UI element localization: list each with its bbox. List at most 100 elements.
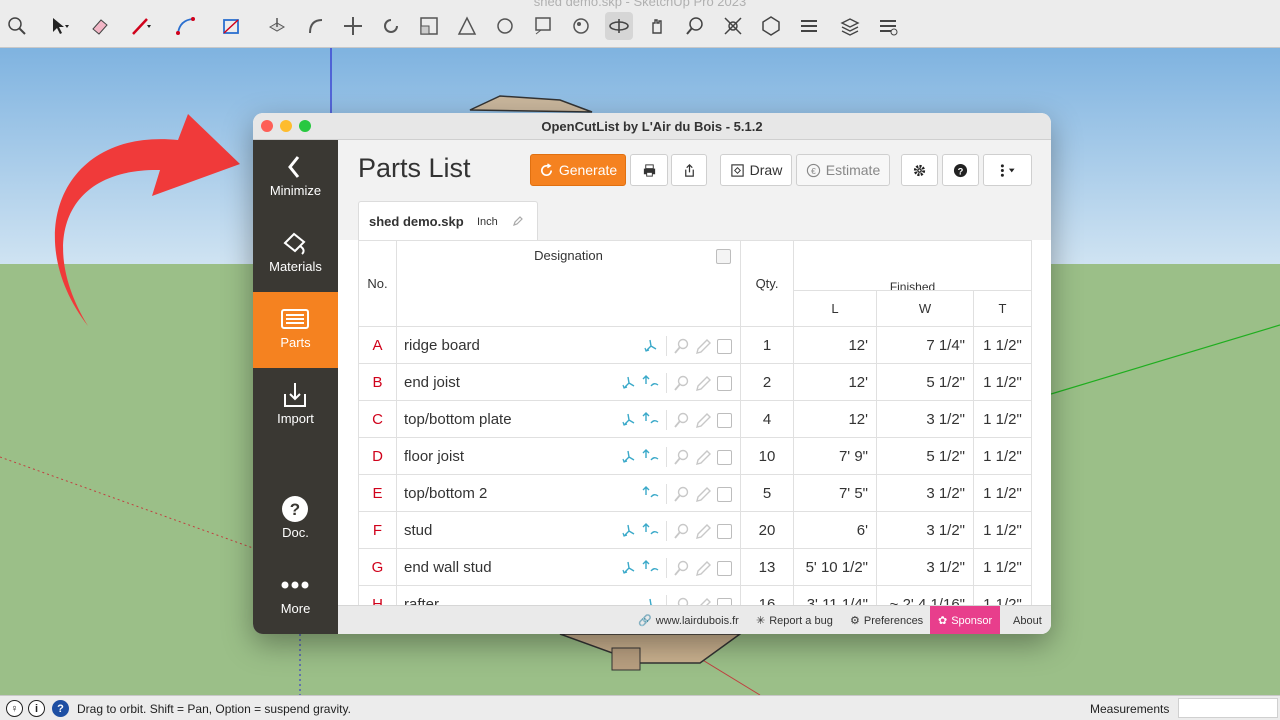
orbit-icon[interactable]: [605, 12, 633, 40]
axes-icon[interactable]: [620, 559, 638, 577]
sidebar-item-parts[interactable]: Parts: [253, 292, 338, 368]
table-row[interactable]: Aridge board 1 12' 7 1/4" 1 1/2": [358, 326, 1032, 364]
highlight-search-icon[interactable]: [673, 522, 691, 540]
edit-pencil-icon[interactable]: [695, 337, 713, 355]
estimate-button[interactable]: € Estimate: [796, 154, 890, 186]
part-checkbox[interactable]: [717, 597, 732, 605]
table-row[interactable]: Hrafter 16 3' 11 1/4" ~ 2' 4 1/16" 1 1/2": [358, 585, 1032, 605]
rectangle-icon[interactable]: [218, 12, 246, 40]
axes-icon[interactable]: [642, 337, 660, 355]
header-no[interactable]: No.: [358, 240, 397, 327]
edit-pencil-icon[interactable]: [695, 559, 713, 577]
header-designation[interactable]: Designation: [396, 240, 741, 327]
tape-measure-icon[interactable]: [453, 12, 481, 40]
part-checkbox[interactable]: [717, 412, 732, 428]
select-icon[interactable]: [45, 12, 73, 40]
select-all-checkbox[interactable]: [716, 249, 731, 264]
follow-me-icon[interactable]: [302, 12, 330, 40]
help-button[interactable]: ?: [942, 154, 979, 186]
highlight-search-icon[interactable]: [673, 596, 691, 605]
pencil-icon[interactable]: [512, 215, 524, 227]
export-button[interactable]: [671, 154, 707, 186]
sidebar-item-minimize[interactable]: Minimize: [253, 140, 338, 216]
edit-pencil-icon[interactable]: [695, 374, 713, 392]
table-row[interactable]: Ctop/bottom plate 4 12' 3 1/2" 1 1/2": [358, 400, 1032, 438]
file-tab[interactable]: shed demo.skp Inch: [358, 201, 538, 241]
push-pull-icon[interactable]: [263, 12, 291, 40]
zoom-extents-icon[interactable]: [719, 12, 747, 40]
layers-icon[interactable]: [795, 12, 823, 40]
grain-direction-icon[interactable]: [642, 448, 660, 466]
scenes-icon[interactable]: [874, 12, 902, 40]
rotate-icon[interactable]: [377, 12, 405, 40]
part-checkbox[interactable]: [717, 338, 732, 354]
generate-button[interactable]: Generate: [530, 154, 626, 186]
part-checkbox[interactable]: [717, 449, 732, 465]
table-row[interactable]: Etop/bottom 2 5 7' 5" 3 1/2" 1 1/2": [358, 474, 1032, 512]
pencil-icon[interactable]: [127, 12, 155, 40]
sidebar-item-materials[interactable]: Materials: [253, 216, 338, 292]
move-icon[interactable]: [339, 12, 367, 40]
highlight-search-icon[interactable]: [673, 448, 691, 466]
credits-icon[interactable]: i: [28, 700, 45, 717]
draw-button[interactable]: Draw: [720, 154, 792, 186]
arc-icon[interactable]: [172, 12, 200, 40]
settings-button[interactable]: [901, 154, 938, 186]
measurements-input[interactable]: [1178, 698, 1278, 718]
styles-icon[interactable]: [836, 12, 864, 40]
axes-icon[interactable]: [620, 522, 638, 540]
part-checkbox[interactable]: [717, 560, 732, 576]
grain-direction-icon[interactable]: [642, 374, 660, 392]
edit-pencil-icon[interactable]: [695, 485, 713, 503]
sidebar-item-import[interactable]: Import: [253, 368, 338, 444]
header-length[interactable]: L: [793, 290, 877, 327]
grain-direction-icon[interactable]: [642, 411, 660, 429]
part-checkbox[interactable]: [717, 375, 732, 391]
sidebar-item-more[interactable]: More: [253, 558, 338, 634]
paint-icon[interactable]: [491, 12, 519, 40]
geo-location-icon[interactable]: ♀: [6, 700, 23, 717]
components-icon[interactable]: [757, 12, 785, 40]
axes-icon[interactable]: [620, 374, 638, 392]
table-row[interactable]: Fstud 20 6' 3 1/2" 1 1/2": [358, 511, 1032, 549]
table-row[interactable]: Bend joist 2 12' 5 1/2" 1 1/2": [358, 363, 1032, 401]
print-button[interactable]: [630, 154, 668, 186]
highlight-search-icon[interactable]: [673, 485, 691, 503]
more-options-button[interactable]: [983, 154, 1032, 186]
header-qty[interactable]: Qty.: [740, 240, 794, 327]
zoom-icon[interactable]: [681, 12, 709, 40]
sidebar-item-doc[interactable]: ? Doc.: [253, 482, 338, 558]
parts-table-area[interactable]: No. Designation Qty. Finished L W T A ri…: [338, 240, 1051, 605]
edit-pencil-icon[interactable]: [695, 448, 713, 466]
pan-icon[interactable]: [643, 12, 671, 40]
about-link[interactable]: About: [1013, 606, 1042, 634]
section-icon[interactable]: [567, 12, 595, 40]
table-row[interactable]: Gend wall stud 13 5' 10 1/2" 3 1/2" 1 1/2": [358, 548, 1032, 586]
axes-icon[interactable]: [642, 596, 660, 605]
highlight-search-icon[interactable]: [673, 559, 691, 577]
grain-direction-icon[interactable]: [642, 522, 660, 540]
scale-icon[interactable]: [415, 12, 443, 40]
highlight-search-icon[interactable]: [673, 411, 691, 429]
preferences-link[interactable]: ⚙ Preferences: [850, 606, 923, 634]
instructor-icon[interactable]: ?: [52, 700, 69, 717]
search-icon[interactable]: [3, 12, 31, 40]
header-thickness[interactable]: T: [973, 290, 1032, 327]
edit-pencil-icon[interactable]: [695, 596, 713, 605]
edit-pencil-icon[interactable]: [695, 522, 713, 540]
part-checkbox[interactable]: [717, 523, 732, 539]
website-link[interactable]: 🔗 www.lairdubois.fr: [638, 606, 739, 634]
axes-icon[interactable]: [620, 448, 638, 466]
sponsor-link[interactable]: ✿ Sponsor: [930, 606, 1001, 634]
highlight-search-icon[interactable]: [673, 374, 691, 392]
grain-direction-icon[interactable]: [642, 485, 660, 503]
edit-pencil-icon[interactable]: [695, 411, 713, 429]
table-row[interactable]: Dfloor joist 10 7' 9" 5 1/2" 1 1/2": [358, 437, 1032, 475]
highlight-search-icon[interactable]: [673, 337, 691, 355]
header-width[interactable]: W: [876, 290, 974, 327]
grain-direction-icon[interactable]: [642, 559, 660, 577]
eraser-icon[interactable]: [86, 12, 114, 40]
axes-icon[interactable]: [620, 411, 638, 429]
part-checkbox[interactable]: [717, 486, 732, 502]
report-bug-link[interactable]: ✳ Report a bug: [756, 606, 833, 634]
